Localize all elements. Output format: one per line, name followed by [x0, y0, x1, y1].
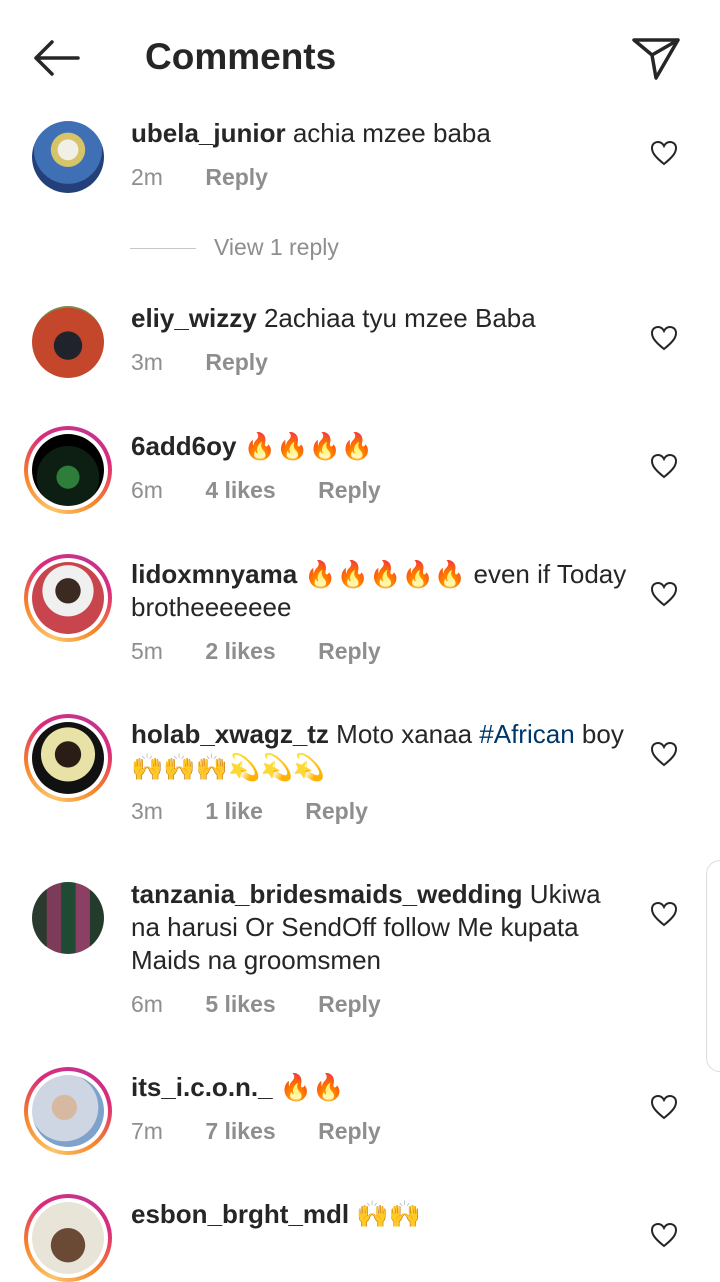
reply-button[interactable]: Reply: [205, 164, 268, 190]
comment-text: 🙌🙌: [356, 1199, 422, 1229]
reply-button[interactable]: Reply: [318, 638, 381, 664]
comment-text: 🔥🔥🔥🔥: [243, 431, 374, 461]
view-replies-button[interactable]: View 1 reply: [130, 234, 339, 261]
comment-time: 2m: [131, 164, 163, 190]
comment-text: 2achiaa tyu mzee Baba: [263, 303, 536, 333]
reply-button[interactable]: Reply: [318, 477, 381, 503]
likes-count[interactable]: 4 likes: [205, 477, 275, 503]
side-panel-edge[interactable]: [706, 860, 720, 1072]
comment-text: Moto xanaa: [336, 719, 473, 749]
comment-username[interactable]: lidoxmnyama: [131, 559, 297, 589]
heart-icon[interactable]: [650, 453, 678, 479]
divider-line: [130, 248, 196, 250]
avatar[interactable]: [24, 298, 112, 386]
comment-text: achia mzee baba: [292, 118, 491, 148]
comment-time: 6m: [131, 991, 163, 1017]
likes-count[interactable]: 1 like: [205, 798, 263, 824]
comment-time: 3m: [131, 798, 163, 824]
heart-icon[interactable]: [650, 1094, 678, 1120]
avatar[interactable]: [24, 426, 112, 514]
reply-button[interactable]: Reply: [318, 1118, 381, 1144]
heart-icon[interactable]: [650, 1222, 678, 1248]
avatar[interactable]: [24, 874, 112, 962]
header: Comments: [0, 0, 720, 112]
avatar[interactable]: [24, 1067, 112, 1155]
avatar[interactable]: [24, 113, 112, 201]
comment-username[interactable]: its_i.c.o.n._: [131, 1072, 273, 1102]
comment-username[interactable]: eliy_wizzy: [131, 303, 257, 333]
comment-time: 3m: [131, 349, 163, 375]
reply-button[interactable]: Reply: [205, 349, 268, 375]
heart-icon[interactable]: [650, 325, 678, 351]
comment-time: 6m: [131, 477, 163, 503]
back-button[interactable]: [30, 36, 82, 80]
arrow-left-icon: [34, 40, 80, 76]
heart-icon[interactable]: [650, 581, 678, 607]
send-button[interactable]: [628, 34, 684, 84]
heart-icon[interactable]: [650, 140, 678, 166]
comment-username[interactable]: 6add6oy: [131, 431, 237, 461]
likes-count[interactable]: 5 likes: [205, 991, 275, 1017]
comment-text: 🔥🔥: [279, 1072, 345, 1102]
comment-time: 5m: [131, 638, 163, 664]
comment-username[interactable]: esbon_brght_mdl: [131, 1199, 349, 1229]
comment-time: 7m: [131, 1118, 163, 1144]
heart-icon[interactable]: [650, 901, 678, 927]
view-replies-label: View 1 reply: [214, 234, 339, 260]
hashtag-link[interactable]: #African: [479, 719, 574, 749]
comment-username[interactable]: holab_xwagz_tz: [131, 719, 329, 749]
page-title: Comments: [145, 36, 337, 77]
reply-button[interactable]: Reply: [318, 991, 381, 1017]
comment-username[interactable]: ubela_junior: [131, 118, 286, 148]
comment-username[interactable]: tanzania_bridesmaids_wedding: [131, 879, 523, 909]
reply-button[interactable]: Reply: [305, 798, 368, 824]
heart-icon[interactable]: [650, 741, 678, 767]
avatar[interactable]: [24, 714, 112, 802]
avatar[interactable]: [24, 554, 112, 642]
send-icon: [632, 38, 680, 80]
likes-count[interactable]: 2 likes: [205, 638, 275, 664]
avatar[interactable]: [24, 1194, 112, 1282]
likes-count[interactable]: 7 likes: [205, 1118, 275, 1144]
